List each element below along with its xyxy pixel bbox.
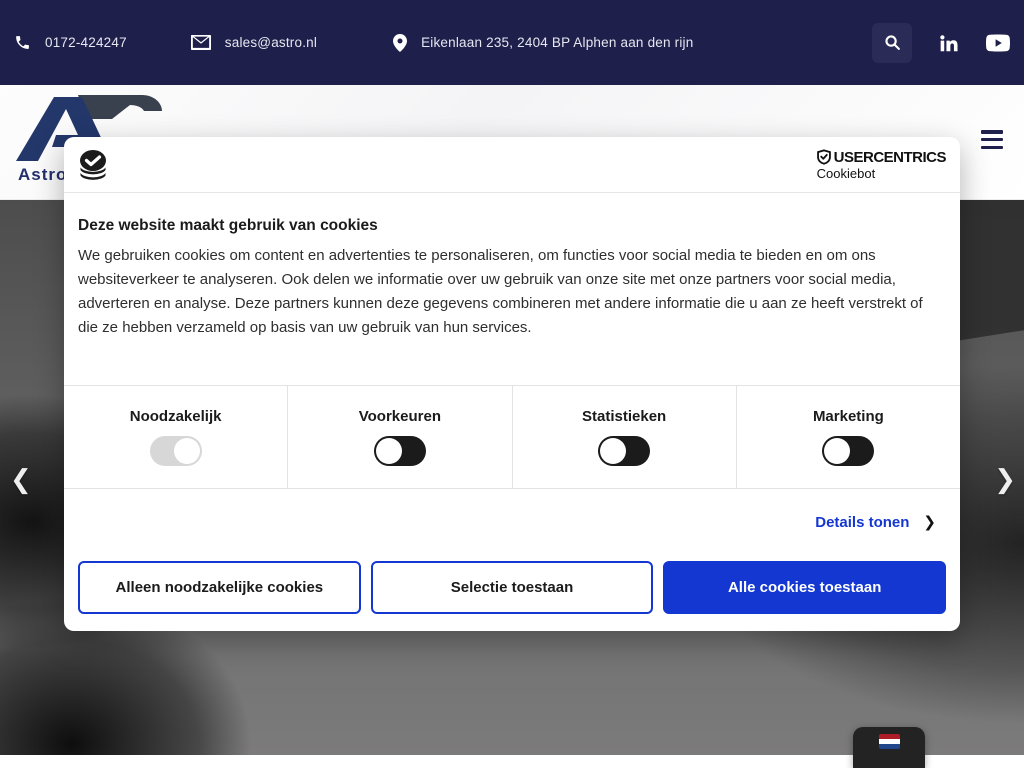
cookie-dialog-title: Deze website maakt gebruik van cookies [64,193,960,235]
carousel-next-button[interactable]: ❯ [994,464,1016,496]
cookiebot-logo-icon [78,150,112,180]
cookie-dialog-description: We gebruiken cookies om content en adver… [64,235,960,340]
category-label: Noodzakelijk [130,408,222,425]
category-marketing: Marketing [737,386,960,488]
cookie-dialog-header: USERCENTRICS Cookiebot [64,137,960,193]
linkedin-link[interactable] [938,32,960,54]
only-necessary-cookies-button[interactable]: Alleen noodzakelijke cookies [78,561,361,614]
phone-link[interactable]: 0172-424247 [14,34,127,51]
category-noodzakelijk: Noodzakelijk [64,386,288,488]
topbar-actions [872,0,1010,85]
email-address: sales@astro.nl [225,35,317,50]
cookiebot-product-name: Cookiebot [817,166,876,181]
search-button[interactable] [872,23,912,63]
category-label: Marketing [813,408,884,425]
page: 0172-424247 sales@astro.nl Eikenlaan 235… [0,0,1024,768]
toggle-marketing[interactable] [822,436,874,466]
cookie-button-row: Alleen noodzakelijke cookies Selectie to… [78,561,946,614]
cookie-category-row: Noodzakelijk Voorkeuren Statistieken Mar… [64,385,960,489]
allow-selection-button[interactable]: Selectie toestaan [371,561,654,614]
details-tonen-link[interactable]: Details tonen ❯ [815,513,936,531]
envelope-icon [191,35,211,50]
phone-number: 0172-424247 [45,35,127,50]
usercentrics-name: USERCENTRICS [834,149,946,166]
astro-logo-text: Astro [18,165,67,185]
toggle-noodzakelijk [150,436,202,466]
usercentrics-brand: USERCENTRICS Cookiebot [817,149,946,181]
usercentrics-shield-icon [817,149,831,165]
address-link[interactable]: Eikenlaan 235, 2404 BP Alphen aan den ri… [393,34,693,52]
dutch-flag-icon [879,734,900,749]
cookie-consent-dialog: USERCENTRICS Cookiebot Deze website maak… [64,137,960,631]
carousel-prev-button[interactable]: ❮ [10,464,32,496]
phone-icon [14,34,31,51]
category-label: Statistieken [582,408,666,425]
category-label: Voorkeuren [359,408,441,425]
chevron-right-icon: ❯ [923,513,936,531]
linkedin-icon [938,32,960,54]
toggle-voorkeuren[interactable] [374,436,426,466]
street-address: Eikenlaan 235, 2404 BP Alphen aan den ri… [421,35,693,50]
email-link[interactable]: sales@astro.nl [191,35,317,50]
top-contact-bar: 0172-424247 sales@astro.nl Eikenlaan 235… [0,0,1024,85]
youtube-icon [986,34,1010,52]
search-icon [884,34,901,51]
map-pin-icon [393,34,407,52]
details-link-label: Details tonen [815,514,909,531]
menu-toggle-button[interactable] [981,130,1003,149]
category-statistieken: Statistieken [513,386,737,488]
youtube-link[interactable] [986,34,1010,52]
toggle-statistieken[interactable] [598,436,650,466]
category-voorkeuren: Voorkeuren [288,386,512,488]
language-selector-button[interactable] [853,727,925,768]
allow-all-cookies-button[interactable]: Alle cookies toestaan [663,561,946,614]
